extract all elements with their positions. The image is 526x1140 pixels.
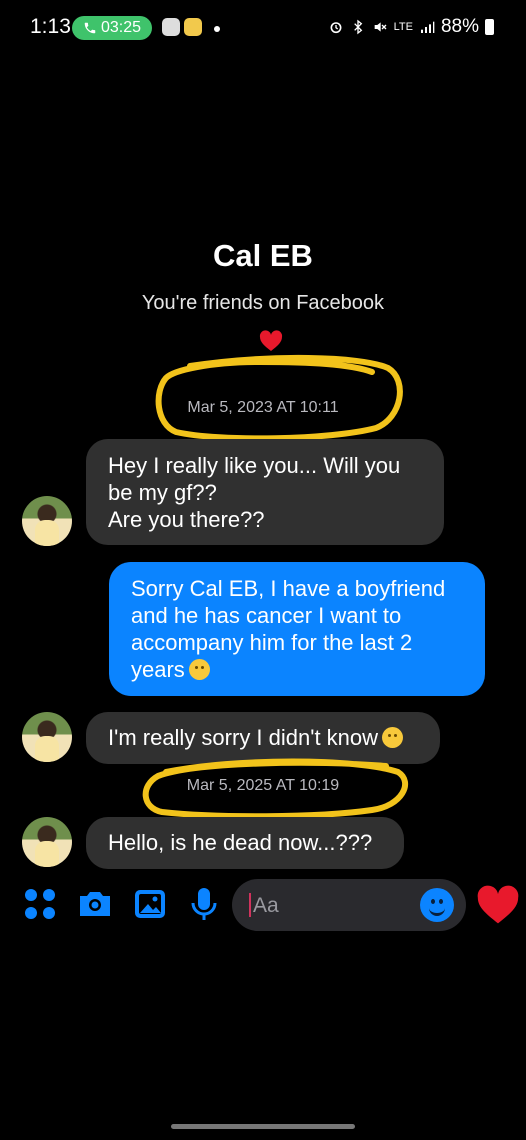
sad-face-emoji-icon: [188, 659, 210, 680]
marker-highlight: [155, 354, 403, 442]
contact-avatar[interactable]: [22, 496, 72, 546]
status-indicators: LTE 88%: [328, 14, 494, 40]
message-line: years: [131, 657, 185, 682]
text-caret: [249, 893, 251, 917]
incoming-message[interactable]: Hello, is he dead now...???: [86, 817, 404, 869]
heart-icon: [259, 330, 283, 351]
network-type: LTE: [393, 20, 413, 33]
message-line: Are you there??: [108, 507, 265, 532]
message-line: accompany him for the last 2: [131, 630, 413, 655]
home-indicator[interactable]: [171, 1124, 355, 1129]
message-line: Sorry Cal EB, I have a boyfriend: [131, 576, 446, 601]
more-apps-icon[interactable]: [22, 886, 58, 922]
outgoing-message[interactable]: Sorry Cal EB, I have a boyfriend and he …: [109, 562, 485, 696]
heart-like-icon[interactable]: [476, 884, 520, 926]
contact-avatar[interactable]: [22, 712, 72, 762]
notification-app-icon: [184, 18, 202, 36]
mute-icon: [374, 22, 387, 32]
message-line: and he has cancer I want to: [131, 603, 402, 628]
battery-icon: [485, 19, 494, 35]
call-timer: 03:25: [100, 19, 142, 36]
notification-app-icon: [162, 18, 180, 36]
contact-name[interactable]: Cal EB: [0, 238, 526, 274]
message-line: be my gf??: [108, 480, 217, 505]
more-notifications-dot: [214, 26, 220, 32]
status-time: 1:13: [30, 15, 71, 38]
ongoing-call-pill[interactable]: 03:25: [72, 16, 152, 40]
message-input-placeholder: Aa: [253, 894, 279, 917]
date-separator: Mar 5, 2025 AT 10:19: [186, 777, 340, 794]
message-line: Hey I really like you... Will you: [108, 453, 401, 478]
message-line: Hello, is he dead now...???: [108, 830, 373, 855]
battery-level: 88%: [440, 16, 479, 37]
message-input[interactable]: Aa: [232, 879, 466, 931]
date-separator: Mar 5, 2023 AT 10:11: [187, 399, 339, 416]
message-line: I'm really sorry I didn't know: [108, 725, 379, 750]
bluetooth-icon: [353, 19, 362, 35]
emoji-icon[interactable]: [420, 888, 454, 922]
status-bar: 1:13 03:25 LTE 88%: [0, 0, 526, 58]
friends-note: You're friends on Facebook: [141, 292, 385, 314]
incoming-message[interactable]: I'm really sorry I didn't know: [86, 712, 440, 764]
microphone-icon[interactable]: [186, 886, 222, 922]
gallery-icon[interactable]: [132, 886, 168, 922]
signal-icon: [420, 21, 435, 33]
camera-icon[interactable]: [77, 886, 113, 922]
incoming-message[interactable]: Hey I really like you... Will you be my …: [86, 439, 444, 545]
smiling-face-emoji-icon: [382, 727, 404, 748]
phone-icon: [84, 22, 96, 34]
alarm-icon: [330, 22, 342, 34]
contact-avatar[interactable]: [22, 817, 72, 867]
